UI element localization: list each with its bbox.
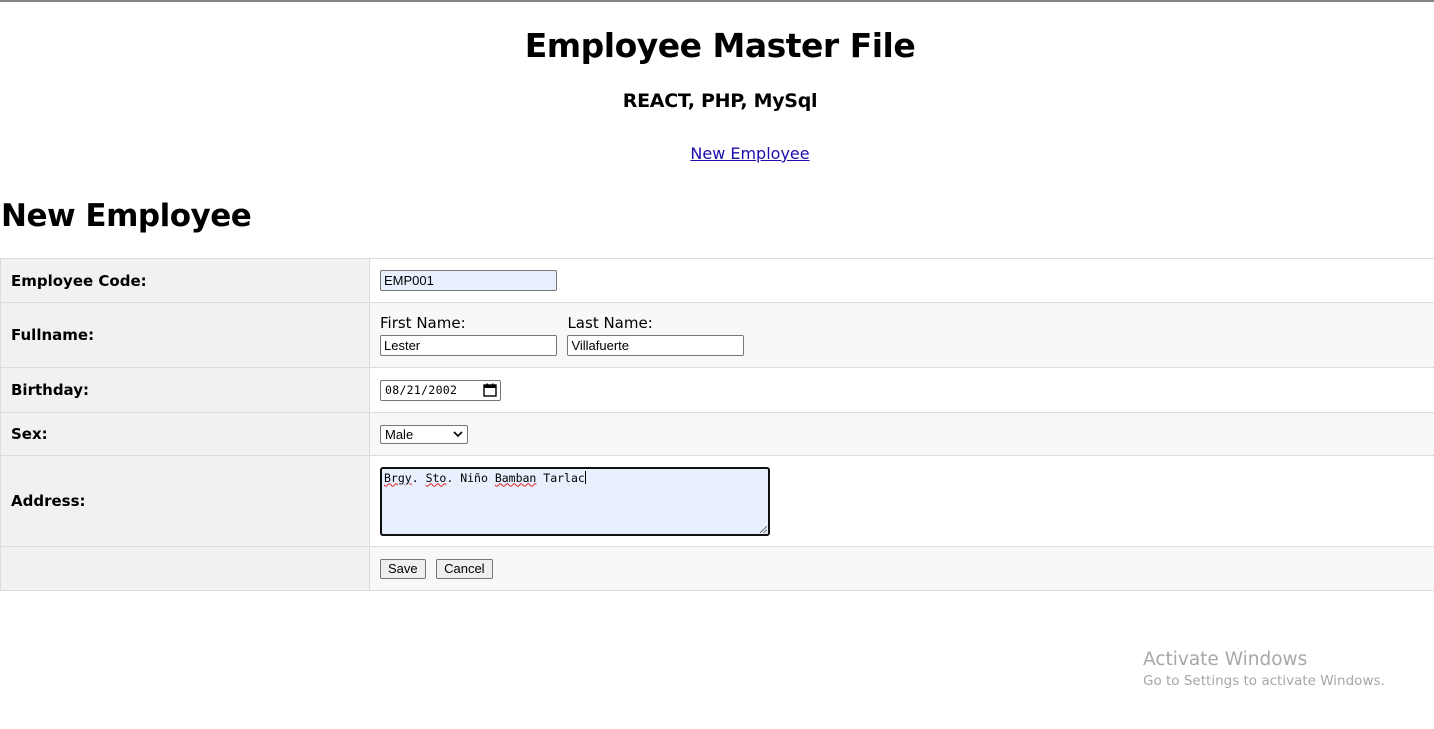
employee-code-cell [369, 258, 1434, 303]
fullname-cell: First Name: Last Name: [369, 302, 1434, 368]
spellcheck-word: Brgy [384, 470, 412, 485]
employee-code-input[interactable] [380, 270, 557, 291]
birthday-label: Birthday: [0, 367, 370, 413]
address-text: . [411, 470, 426, 485]
site-subtitle: REACT, PHP, MySql [622, 90, 818, 112]
new-employee-link[interactable]: New Employee [0, 144, 1434, 163]
actions-cell: Save Cancel [369, 546, 1434, 591]
actions-row: Save Cancel [0, 546, 1434, 591]
chevron-down-icon [453, 431, 463, 438]
sex-cell: Male [369, 412, 1434, 456]
save-button[interactable]: Save [380, 558, 426, 579]
window-top-border [0, 0, 1434, 2]
address-cell: Brgy. Sto. Niño Bamban Tarlac [369, 455, 1434, 547]
watermark-subtitle: Go to Settings to activate Windows. [1143, 673, 1385, 689]
calendar-icon[interactable] [483, 383, 497, 397]
spellcheck-word: Sto [425, 470, 447, 485]
birthday-cell: 08/21/2002 [369, 367, 1434, 413]
watermark-title: Activate Windows [1143, 649, 1308, 670]
sex-selected-value: Male [385, 426, 414, 442]
cancel-button[interactable]: Cancel [436, 558, 493, 579]
sex-select[interactable]: Male [380, 424, 468, 444]
last-name-input[interactable] [567, 335, 745, 356]
first-name-group: First Name: [380, 314, 557, 356]
spellcheck-word: Bamban [494, 470, 537, 485]
fullname-label: Fullname: [0, 302, 370, 368]
actions-label-cell [0, 546, 370, 591]
address-textarea[interactable]: Brgy. Sto. Niño Bamban Tarlac [380, 466, 770, 536]
text-caret [584, 470, 586, 484]
resize-handle-icon[interactable] [760, 525, 767, 533]
address-row: Address: Brgy. Sto. Niño Bamban Tarlac [0, 455, 1434, 547]
page-heading: New Employee [1, 198, 252, 234]
employee-code-label: Employee Code: [0, 258, 370, 303]
address-text: Tarlac [536, 470, 585, 485]
birthday-date-input[interactable]: 08/21/2002 [380, 379, 501, 401]
employee-code-row: Employee Code: [0, 258, 1434, 303]
last-name-group: Last Name: [567, 314, 745, 356]
site-title: Employee Master File [524, 26, 916, 65]
activate-windows-watermark: Activate Windows Go to Settings to activ… [1143, 649, 1385, 689]
address-label: Address: [0, 455, 370, 547]
address-text: . Niño [446, 470, 495, 485]
first-name-label: First Name: [380, 314, 466, 332]
sex-row: Sex: Male [0, 412, 1434, 456]
fullname-row: Fullname: First Name: Last Name: [0, 302, 1434, 368]
birthday-row: Birthday: 08/21/2002 [0, 367, 1434, 413]
first-name-input[interactable] [380, 335, 557, 356]
employee-form: Employee Code: Fullname: First Name: Las… [0, 258, 1434, 591]
sex-label: Sex: [0, 412, 370, 456]
birthday-value: 08/21/2002 [385, 383, 458, 397]
last-name-label: Last Name: [567, 314, 653, 332]
